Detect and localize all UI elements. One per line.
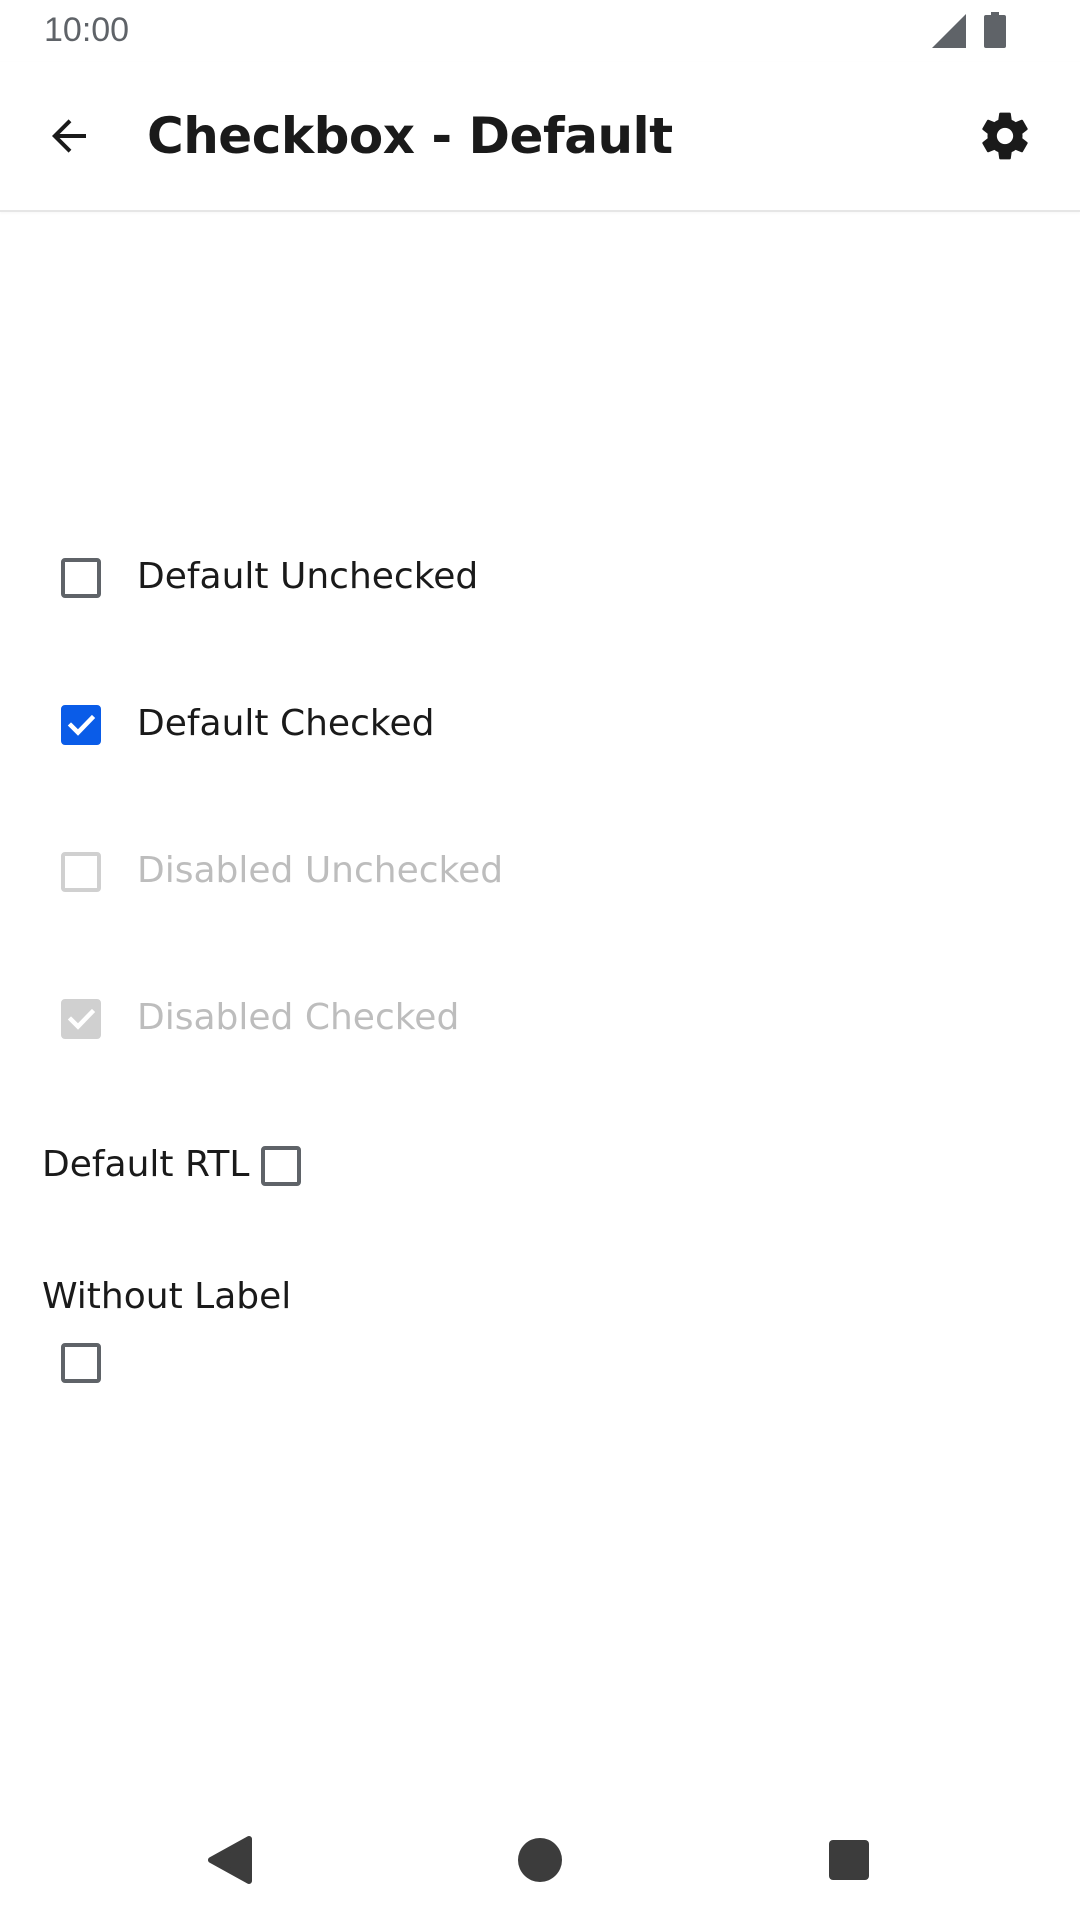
status-bar: 10:00 — [0, 0, 1080, 62]
checkbox-default-rtl[interactable]: Default RTL — [0, 1126, 1080, 1206]
without-label-heading: Without Label — [42, 1276, 292, 1317]
checkbox-label: Default Unchecked — [137, 556, 479, 597]
check-icon — [67, 714, 96, 736]
cellular-signal-icon — [932, 14, 966, 48]
checkbox-label: Default RTL — [42, 1144, 250, 1185]
checkbox-default-checked[interactable]: Default Checked — [0, 685, 1080, 765]
check-icon — [67, 1008, 96, 1030]
settings-button[interactable] — [975, 106, 1035, 166]
page-title: Checkbox - Default — [147, 107, 673, 165]
nav-home-icon — [518, 1838, 562, 1882]
status-time: 10:00 — [44, 11, 130, 49]
checkbox-disabled-unchecked: Disabled Unchecked — [0, 832, 1080, 912]
nav-recents-button[interactable] — [819, 1830, 879, 1890]
checkbox-box — [61, 852, 101, 892]
arrow-back-icon — [52, 119, 86, 153]
nav-back-button[interactable] — [199, 1830, 259, 1890]
screen: 10:00 Checkbox - Default Default Uncheck… — [0, 0, 1080, 1920]
app-bar: Checkbox - Default — [0, 62, 1080, 212]
checkbox-box[interactable] — [61, 558, 101, 598]
checkbox-box — [61, 999, 101, 1039]
checkbox-box[interactable] — [61, 1343, 101, 1383]
system-nav-bar — [0, 1800, 1080, 1920]
checkbox-label: Disabled Checked — [137, 997, 460, 1038]
back-button[interactable] — [40, 106, 100, 166]
checkbox-label: Disabled Unchecked — [137, 850, 504, 891]
nav-recents-icon — [829, 1840, 869, 1880]
checkbox-without-label[interactable] — [0, 1323, 1080, 1403]
checkbox-label: Default Checked — [137, 703, 435, 744]
nav-home-button[interactable] — [510, 1830, 570, 1890]
checkbox-box[interactable] — [261, 1146, 301, 1186]
battery-icon — [984, 12, 1006, 48]
gear-icon — [982, 112, 1028, 160]
checkbox-box[interactable] — [61, 705, 101, 745]
checkbox-disabled-checked: Disabled Checked — [0, 979, 1080, 1059]
checkbox-default-unchecked[interactable]: Default Unchecked — [0, 538, 1080, 618]
nav-back-icon — [208, 1836, 252, 1884]
